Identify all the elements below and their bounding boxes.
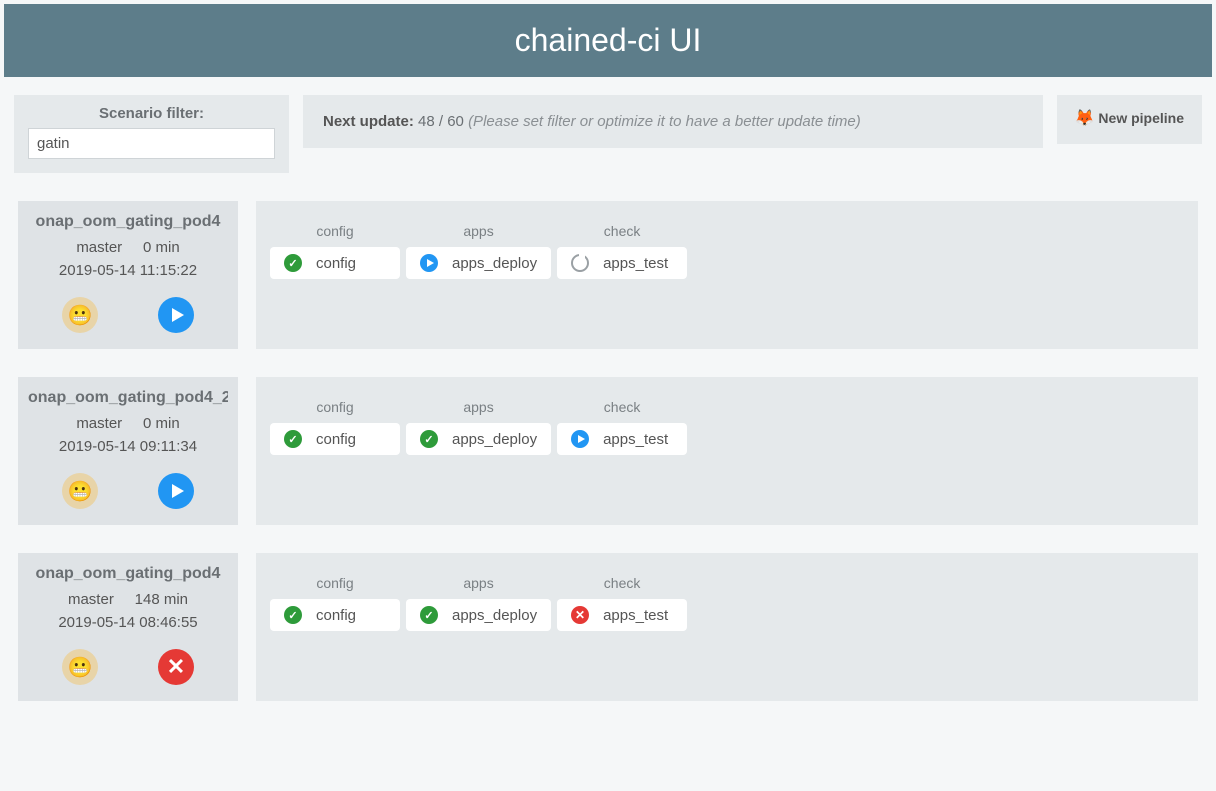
- scenario-filter-input[interactable]: [28, 128, 275, 159]
- gitlab-icon: 🦊: [1075, 110, 1095, 127]
- pipeline-summary: onap_oom_gating_pod4 master 148 min 2019…: [18, 553, 238, 701]
- stage-header: apps: [406, 223, 551, 239]
- topbar: Scenario filter: Next update: 48 / 60 (P…: [0, 81, 1216, 187]
- pipeline-stages: config ✓ config apps ✓ apps_deploy check…: [256, 553, 1198, 701]
- page-title: chained-ci UI: [4, 4, 1212, 77]
- pipeline-status-running[interactable]: [158, 297, 194, 333]
- pipeline-stages: config ✓ config apps apps_deploy check a…: [256, 201, 1198, 349]
- stage-header: check: [557, 399, 687, 415]
- stage-pill[interactable]: apps_test: [557, 423, 687, 455]
- pipeline-name: onap_oom_gating_pod4: [28, 565, 228, 583]
- stage-label: apps_deploy: [452, 431, 537, 448]
- pipeline-timestamp: 2019-05-14 08:46:55: [28, 614, 228, 631]
- pipeline-card: onap_oom_gating_pod4 master 148 min 2019…: [4, 539, 1212, 715]
- stage-column: config ✓ config: [270, 575, 400, 631]
- pipeline-meta: master 148 min: [28, 591, 228, 608]
- avatar[interactable]: 😬: [62, 297, 98, 333]
- stage-pill[interactable]: ✓ apps_deploy: [406, 599, 551, 631]
- stage-header: apps: [406, 575, 551, 591]
- pending-icon: [571, 254, 589, 272]
- pipeline-stages: config ✓ config apps ✓ apps_deploy check…: [256, 377, 1198, 525]
- stage-column: check apps_test: [557, 223, 687, 279]
- stage-label: apps_test: [603, 255, 668, 272]
- running-icon: [571, 430, 589, 448]
- update-label: Next update:: [323, 113, 414, 130]
- stage-label: config: [316, 255, 356, 272]
- pipeline-duration: 148 min: [135, 591, 188, 608]
- pipeline-status-failed[interactable]: ✕: [158, 649, 194, 685]
- update-status: Next update: 48 / 60 (Please set filter …: [303, 95, 1043, 148]
- stage-header: check: [557, 223, 687, 239]
- pipeline-summary: onap_oom_gating_pod4 master 0 min 2019-0…: [18, 201, 238, 349]
- pipeline-branch: master: [76, 415, 122, 432]
- success-icon: ✓: [284, 430, 302, 448]
- stage-column: config ✓ config: [270, 223, 400, 279]
- pipeline-timestamp: 2019-05-14 11:15:22: [28, 262, 228, 279]
- stage-column: apps ✓ apps_deploy: [406, 575, 551, 631]
- stage-column: apps apps_deploy: [406, 223, 551, 279]
- filter-panel: Scenario filter:: [14, 95, 289, 173]
- stage-pill[interactable]: apps_deploy: [406, 247, 551, 279]
- success-icon: ✓: [420, 430, 438, 448]
- stage-column: config ✓ config: [270, 399, 400, 455]
- pipeline-card: onap_oom_gating_pod4_2 master 0 min 2019…: [4, 363, 1212, 539]
- stage-column: apps ✓ apps_deploy: [406, 399, 551, 455]
- pipeline-status-running[interactable]: [158, 473, 194, 509]
- stage-header: apps: [406, 399, 551, 415]
- stage-label: config: [316, 431, 356, 448]
- pipeline-summary: onap_oom_gating_pod4_2 master 0 min 2019…: [18, 377, 238, 525]
- stage-header: config: [270, 223, 400, 239]
- stage-pill[interactable]: ✓ apps_deploy: [406, 423, 551, 455]
- stage-pill[interactable]: ✓ config: [270, 247, 400, 279]
- pipeline-duration: 0 min: [143, 415, 180, 432]
- pipeline-branch: master: [76, 239, 122, 256]
- new-pipeline-label: New pipeline: [1098, 110, 1184, 126]
- success-icon: ✓: [420, 606, 438, 624]
- running-icon: [420, 254, 438, 272]
- stage-label: apps_deploy: [452, 607, 537, 624]
- stage-header: config: [270, 399, 400, 415]
- stage-label: apps_test: [603, 431, 668, 448]
- avatar[interactable]: 😬: [62, 649, 98, 685]
- success-icon: ✓: [284, 254, 302, 272]
- stage-header: config: [270, 575, 400, 591]
- pipeline-meta: master 0 min: [28, 415, 228, 432]
- pipeline-name: onap_oom_gating_pod4_2: [28, 389, 228, 407]
- update-counter: 48 / 60: [418, 113, 464, 130]
- update-hint: (Please set filter or optimize it to hav…: [468, 113, 861, 130]
- stage-pill[interactable]: ✓ config: [270, 423, 400, 455]
- pipeline-meta: master 0 min: [28, 239, 228, 256]
- stage-pill[interactable]: ✓ config: [270, 599, 400, 631]
- fail-icon: ✕: [571, 606, 589, 624]
- stage-label: apps_deploy: [452, 255, 537, 272]
- pipeline-branch: master: [68, 591, 114, 608]
- stage-header: check: [557, 575, 687, 591]
- stage-label: config: [316, 607, 356, 624]
- stage-pill[interactable]: apps_test: [557, 247, 687, 279]
- success-icon: ✓: [284, 606, 302, 624]
- pipeline-timestamp: 2019-05-14 09:11:34: [28, 438, 228, 455]
- stage-column: check ✕ apps_test: [557, 575, 687, 631]
- pipeline-duration: 0 min: [143, 239, 180, 256]
- pipeline-card: onap_oom_gating_pod4 master 0 min 2019-0…: [4, 187, 1212, 363]
- avatar[interactable]: 😬: [62, 473, 98, 509]
- stage-column: check apps_test: [557, 399, 687, 455]
- pipeline-name: onap_oom_gating_pod4: [28, 213, 228, 231]
- stage-pill[interactable]: ✕ apps_test: [557, 599, 687, 631]
- new-pipeline-button[interactable]: 🦊 New pipeline: [1057, 95, 1202, 144]
- stage-label: apps_test: [603, 607, 668, 624]
- filter-label: Scenario filter:: [28, 105, 275, 122]
